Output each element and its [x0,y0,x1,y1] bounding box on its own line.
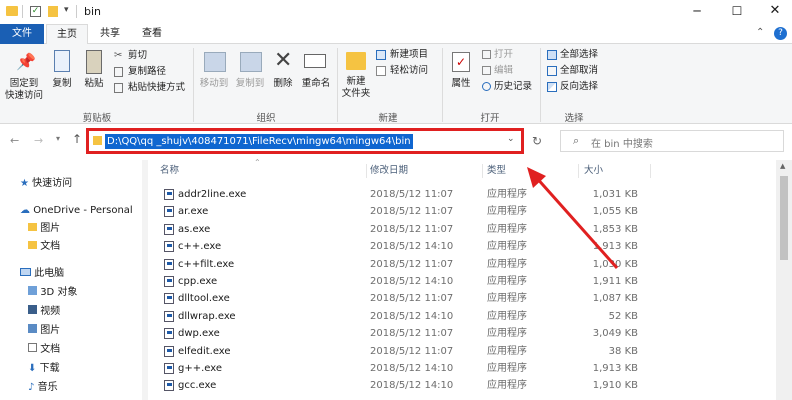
annotation-arrow [527,167,619,269]
